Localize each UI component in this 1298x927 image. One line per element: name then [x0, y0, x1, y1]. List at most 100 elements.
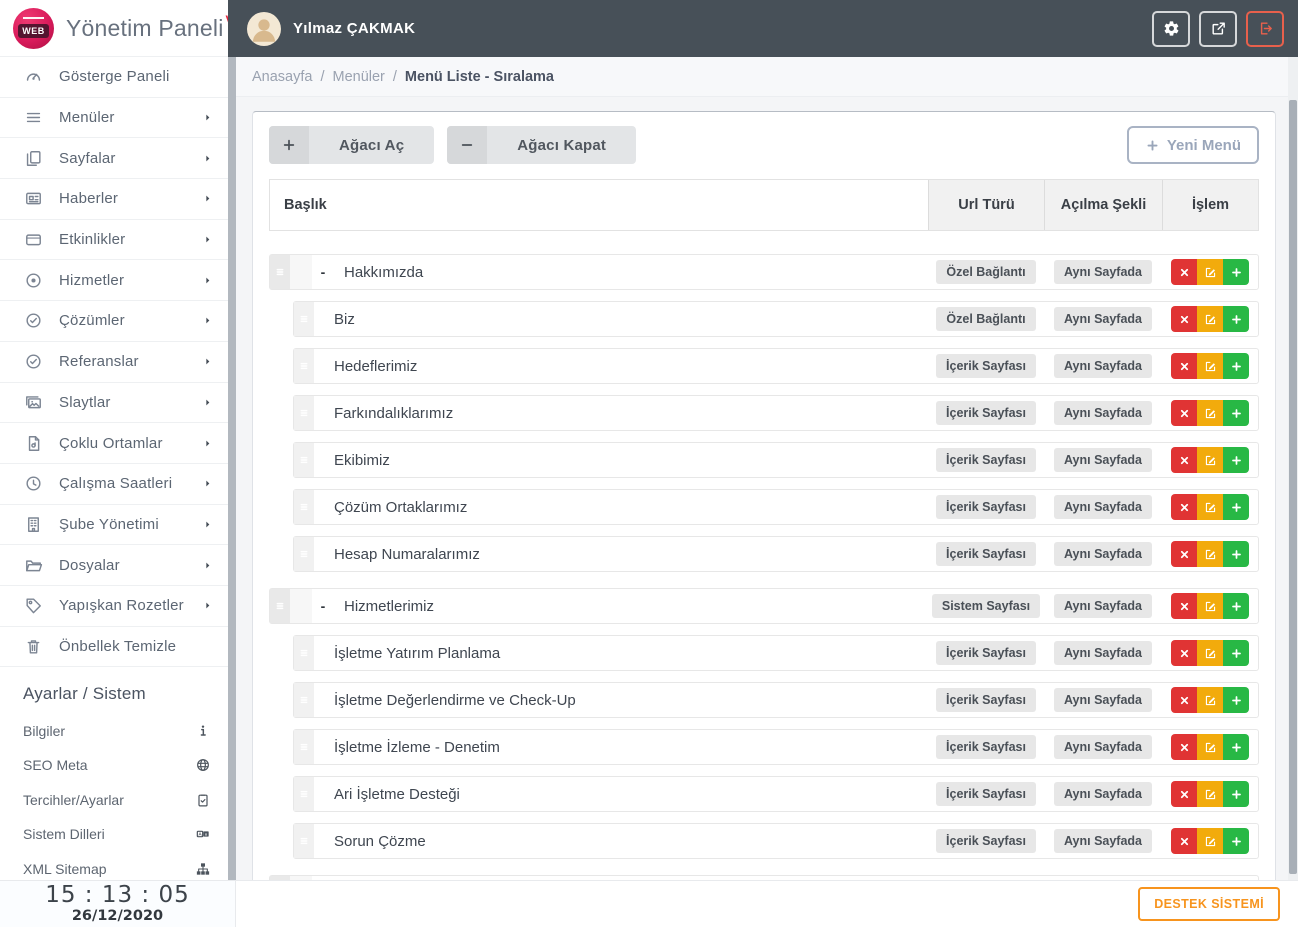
collapse-toggle[interactable]: -: [312, 598, 334, 614]
sidebar-item-men-ler[interactable]: Menüler: [0, 98, 228, 139]
add-child-button[interactable]: [1223, 494, 1249, 520]
add-child-button[interactable]: [1223, 447, 1249, 473]
logout-button[interactable]: [1246, 10, 1284, 47]
new-menu-button[interactable]: Yeni Menü: [1126, 126, 1259, 164]
collapse-toggle[interactable]: -: [312, 264, 334, 280]
edit-button[interactable]: [1197, 640, 1223, 666]
drag-handle[interactable]: [294, 537, 314, 571]
support-system-button[interactable]: DESTEK SİSTEMİ: [1138, 887, 1280, 921]
delete-button[interactable]: [1171, 734, 1197, 760]
breadcrumb-link[interactable]: Anasayfa: [252, 69, 312, 85]
plus-icon: [1231, 361, 1241, 371]
add-child-button[interactable]: [1223, 734, 1249, 760]
sidebar-item-haberler[interactable]: Haberler: [0, 179, 228, 220]
menu-row-title: Sorun Çözme: [334, 832, 426, 850]
drag-handle[interactable]: [294, 683, 314, 717]
delete-button[interactable]: [1171, 353, 1197, 379]
delete-button[interactable]: [1171, 687, 1197, 713]
sidebar-item--al-ma-saatleri[interactable]: Çalışma Saatleri: [0, 464, 228, 505]
edit-button[interactable]: [1197, 593, 1223, 619]
sidebar-item--z-mler[interactable]: Çözümler: [0, 301, 228, 342]
scrollbar-thumb[interactable]: [1289, 100, 1297, 874]
drag-handle[interactable]: [294, 302, 314, 336]
sidebar-item-label: Yapışkan Rozetler: [59, 597, 184, 615]
delete-button[interactable]: [1171, 828, 1197, 854]
delete-button[interactable]: [1171, 400, 1197, 426]
sidebar-item-slaytlar[interactable]: Slaytlar: [0, 383, 228, 424]
edit-button[interactable]: [1197, 734, 1223, 760]
drag-handle[interactable]: [270, 255, 290, 289]
brand-area[interactable]: WEB Yönetim PaneliV2: [0, 0, 228, 57]
edit-button[interactable]: [1197, 400, 1223, 426]
sidebar-item--nbellek-temizle[interactable]: Önbellek Temizle: [0, 627, 228, 668]
edit-button[interactable]: [1197, 541, 1223, 567]
sidebar-item-dosyalar[interactable]: Dosyalar: [0, 545, 228, 586]
edit-button[interactable]: [1197, 687, 1223, 713]
drag-handle[interactable]: [294, 730, 314, 764]
drag-handle[interactable]: [294, 396, 314, 430]
chevron-right-icon: [206, 399, 210, 406]
url-type-badge: İçerik Sayfası: [936, 829, 1036, 853]
sidebar-item-referanslar[interactable]: Referanslar: [0, 342, 228, 383]
add-child-button[interactable]: [1223, 640, 1249, 666]
avatar[interactable]: [247, 11, 281, 46]
sidebar-system-item[interactable]: SEO Meta: [0, 748, 228, 783]
edit-button[interactable]: [1197, 259, 1223, 285]
breadcrumb-link[interactable]: Menüler: [333, 69, 385, 85]
sidebar-item-yap-kan-rozetler[interactable]: Yapışkan Rozetler: [0, 586, 228, 627]
delete-button[interactable]: [1171, 541, 1197, 567]
sidebar-item--ube-y-netimi[interactable]: Şube Yönetimi: [0, 505, 228, 546]
collapse-tree-button[interactable]: Ağacı Kapat: [447, 126, 637, 164]
expand-tree-button[interactable]: Ağacı Aç: [269, 126, 435, 164]
sidebar-item-g-sterge-paneli[interactable]: Gösterge Paneli: [0, 57, 228, 98]
delete-button[interactable]: [1171, 593, 1197, 619]
language-icon: Ax: [196, 831, 209, 838]
delete-button[interactable]: [1171, 640, 1197, 666]
add-child-button[interactable]: [1223, 828, 1249, 854]
site-preview-button[interactable]: [1199, 10, 1237, 47]
menu-row-meta: İçerik Sayfası Aynı Sayfada: [928, 353, 1258, 379]
clipboard-check-icon: [198, 794, 208, 807]
drag-handle[interactable]: [294, 824, 314, 858]
drag-handle-icon: [300, 409, 308, 417]
sidebar-item-hizmetler[interactable]: Hizmetler: [0, 260, 228, 302]
sidebar-system-item[interactable]: Bilgiler: [0, 713, 228, 748]
plus-icon: [1231, 836, 1241, 846]
plus-icon: [1147, 140, 1158, 150]
sidebar-system-item[interactable]: Tercihler/Ayarlar: [0, 783, 228, 818]
add-child-button[interactable]: [1223, 306, 1249, 332]
drag-handle[interactable]: [270, 589, 290, 623]
drag-handle[interactable]: [294, 349, 314, 383]
drag-handle[interactable]: [294, 443, 314, 477]
add-child-button[interactable]: [1223, 353, 1249, 379]
edit-button[interactable]: [1197, 828, 1223, 854]
building-icon: [27, 517, 39, 532]
drag-handle[interactable]: [294, 490, 314, 524]
drag-handle[interactable]: [294, 777, 314, 811]
edit-button[interactable]: [1197, 306, 1223, 332]
add-child-button[interactable]: [1223, 541, 1249, 567]
sidebar-scrollbar[interactable]: [228, 57, 236, 880]
add-child-button[interactable]: [1223, 259, 1249, 285]
edit-button[interactable]: [1197, 494, 1223, 520]
add-child-button[interactable]: [1223, 593, 1249, 619]
delete-button[interactable]: [1171, 494, 1197, 520]
sidebar-item-sayfalar[interactable]: Sayfalar: [0, 138, 228, 180]
add-child-button[interactable]: [1223, 687, 1249, 713]
edit-button[interactable]: [1197, 447, 1223, 473]
settings-button[interactable]: [1152, 10, 1190, 47]
delete-button[interactable]: [1171, 259, 1197, 285]
sidebar-item--oklu-ortamlar[interactable]: Çoklu Ortamlar: [0, 423, 228, 464]
page-scrollbar[interactable]: [1288, 57, 1298, 880]
delete-button[interactable]: [1171, 781, 1197, 807]
add-child-button[interactable]: [1223, 400, 1249, 426]
edit-button[interactable]: [1197, 781, 1223, 807]
sidebar-system-item[interactable]: Sistem Dilleri Ax: [0, 817, 228, 852]
add-child-button[interactable]: [1223, 781, 1249, 807]
sidebar-item-etkinlikler[interactable]: Etkinlikler: [0, 220, 228, 261]
drag-handle[interactable]: [294, 636, 314, 670]
edit-button[interactable]: [1197, 353, 1223, 379]
sidebar-system-item[interactable]: XML Sitemap: [0, 852, 228, 880]
delete-button[interactable]: [1171, 447, 1197, 473]
delete-button[interactable]: [1171, 306, 1197, 332]
